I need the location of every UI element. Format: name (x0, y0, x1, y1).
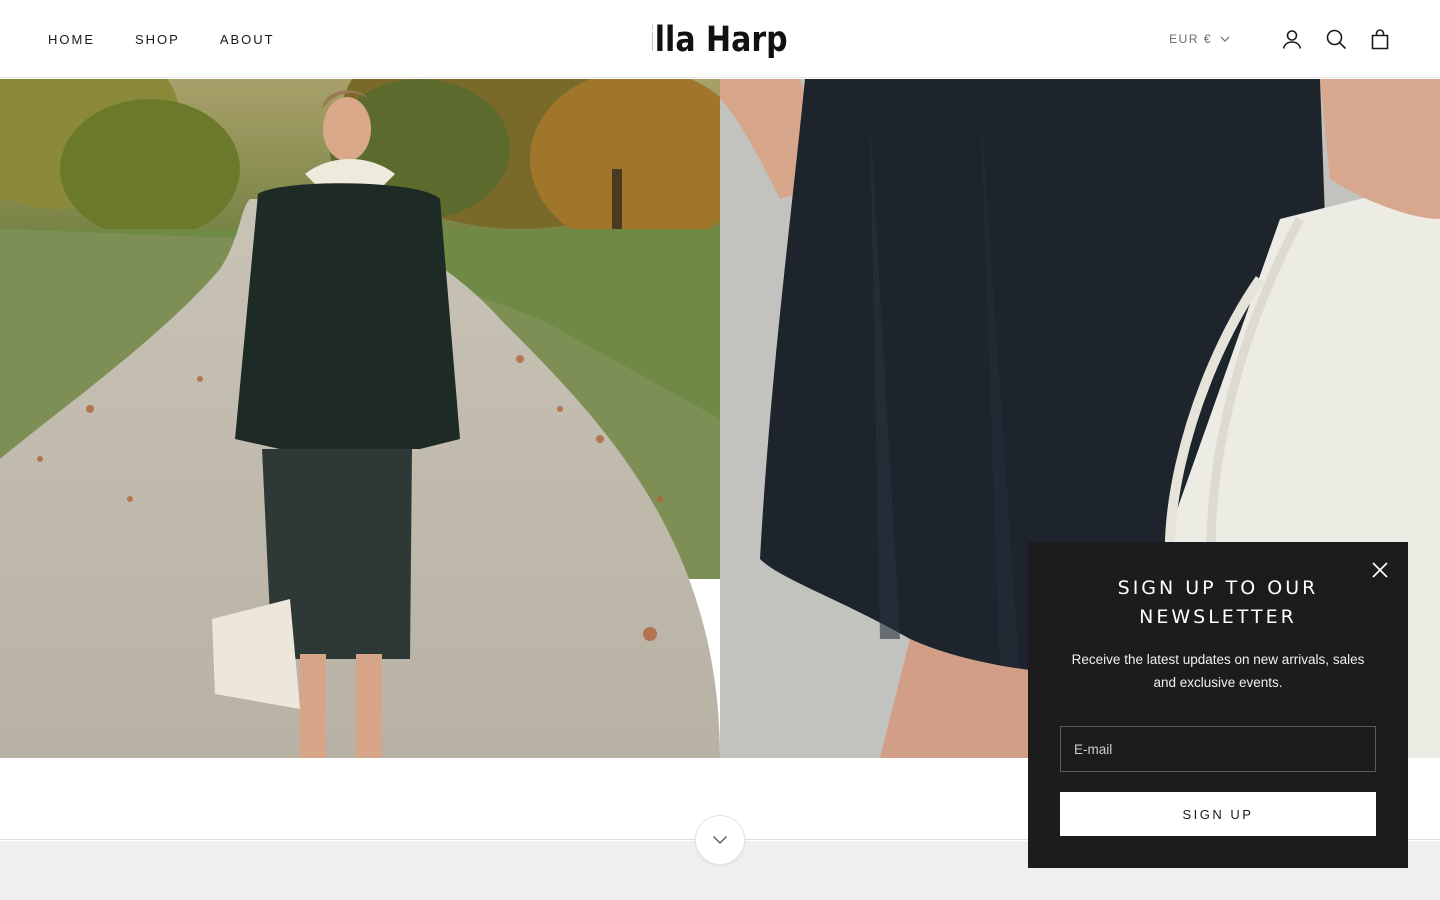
currency-label: EUR € (1169, 32, 1212, 46)
chevron-down-icon (713, 836, 727, 844)
newsletter-popup: SIGN UP TO OUR NEWSLETTER Receive the la… (1028, 542, 1408, 868)
brand-logo[interactable]: Villa Harpel (622, 19, 818, 60)
nav-about[interactable]: ABOUT (220, 32, 275, 47)
cart-icon[interactable] (1368, 27, 1392, 51)
search-icon[interactable] (1324, 27, 1348, 51)
site-header: HOME SHOP ABOUT Villa Harpel EUR € (0, 0, 1440, 78)
chevron-down-icon (1220, 36, 1230, 42)
svg-text:Villa Harpel: Villa Harpel (652, 20, 788, 60)
popup-title: SIGN UP TO OUR NEWSLETTER (1117, 577, 1319, 628)
account-icon[interactable] (1280, 27, 1304, 51)
main-nav: HOME SHOP ABOUT (48, 0, 315, 78)
popup-description: Receive the latest updates on new arriva… (1071, 652, 1365, 690)
close-icon[interactable] (1370, 560, 1390, 580)
currency-selector[interactable]: EUR € (1169, 32, 1230, 46)
nav-shop[interactable]: SHOP (135, 32, 180, 47)
nav-home[interactable]: HOME (48, 32, 95, 47)
brand-logo-wordmark: Villa Harpel (622, 19, 818, 60)
signup-button[interactable]: SIGN UP (1060, 792, 1376, 836)
scroll-down-button[interactable] (695, 815, 745, 865)
email-field[interactable] (1060, 726, 1376, 772)
header-tools: EUR € (1169, 0, 1392, 78)
hero-image-model-park[interactable] (0, 79, 720, 758)
